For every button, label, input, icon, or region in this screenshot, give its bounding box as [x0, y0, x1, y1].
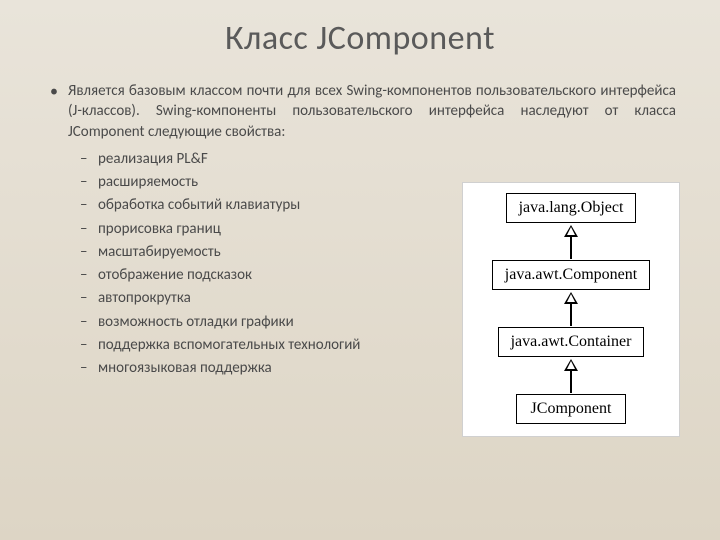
intro-paragraph: Является базовым классом почти для всех …: [68, 81, 680, 142]
slide-title: Класс JComponent: [40, 18, 680, 59]
class-box-object: java.lang.Object: [506, 193, 637, 223]
class-box-component: java.awt.Component: [492, 260, 650, 290]
slide: Класс JComponent Является базовым классо…: [0, 0, 720, 540]
class-box-jcomponent: JComponent: [516, 394, 626, 424]
inheritance-arrow-icon: [564, 359, 578, 393]
class-box-container: java.awt.Container: [498, 327, 645, 357]
inheritance-arrow-icon: [564, 292, 578, 326]
class-hierarchy-diagram: java.lang.Object java.awt.Component java…: [462, 182, 680, 437]
inheritance-arrow-icon: [564, 225, 578, 259]
list-item: реализация PL&F: [98, 148, 680, 171]
